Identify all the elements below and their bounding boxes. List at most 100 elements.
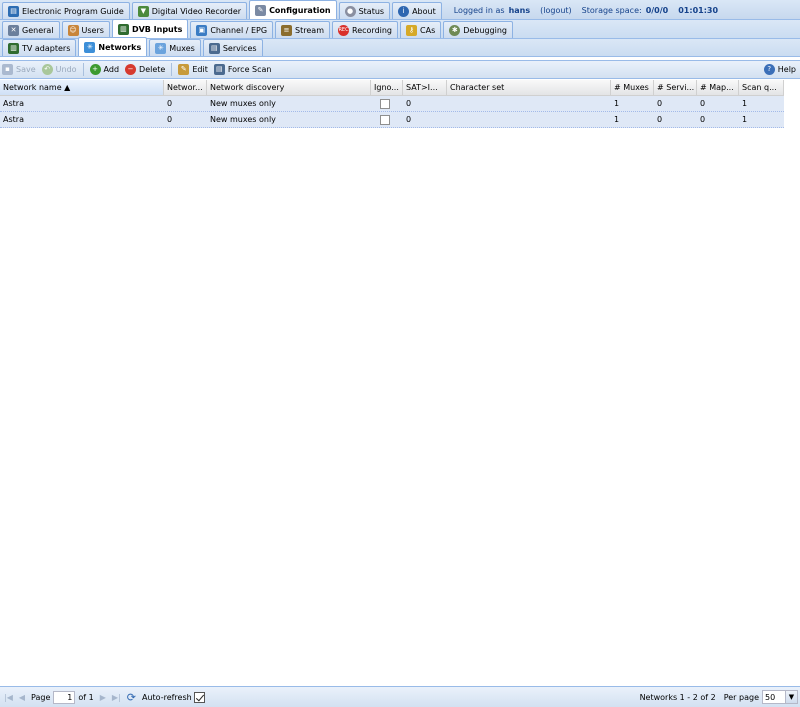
users-icon: ☺	[67, 24, 79, 36]
epg-icon: ▤	[8, 5, 19, 17]
cell-ignore	[371, 112, 403, 127]
cell-satip: 0	[406, 99, 412, 108]
cell-character-set	[447, 96, 611, 111]
tab-cas[interactable]: ⚷ CAs	[400, 21, 442, 38]
delete-icon: −	[125, 64, 137, 75]
edit-label: Edit	[192, 65, 208, 74]
logout-link[interactable]: (logout)	[540, 6, 572, 15]
page-input[interactable]: 1	[53, 690, 76, 704]
save-label: Save	[16, 65, 36, 74]
adapter-icon: ▥	[8, 42, 19, 54]
tv-card-icon: ▥	[117, 23, 129, 35]
login-prefix: Logged in as	[453, 6, 505, 15]
key-icon: ⚷	[406, 24, 418, 36]
col-mapped[interactable]: # Map...	[697, 80, 739, 95]
ignore-checkbox[interactable]	[380, 99, 390, 109]
tab-label: General	[22, 25, 54, 35]
tab-dvb-inputs[interactable]: ▥ DVB Inputs	[111, 19, 189, 38]
login-info: Logged in as hans (logout) Storage space…	[454, 2, 718, 19]
refresh-icon: ⟳	[126, 690, 136, 704]
clock-time: 01:01:30	[678, 6, 719, 15]
auto-refresh-checkbox[interactable]	[193, 691, 205, 703]
toolbar-separator	[82, 63, 84, 76]
first-page-button[interactable]: |◀	[4, 693, 13, 702]
tab-muxes[interactable]: ✳ Muxes	[149, 39, 201, 56]
tab-dvr[interactable]: ▼ Digital Video Recorder	[131, 2, 248, 19]
edit-button[interactable]: ✎ Edit	[178, 64, 208, 75]
refresh-button[interactable]: ⟳	[127, 691, 136, 704]
tab-label: TV adapters	[22, 43, 71, 53]
undo-button[interactable]: ↶ Undo	[41, 64, 77, 75]
grid-toolbar: ▪ Save ↶ Undo + Add − Delete ✎ Edit ▤ Fo…	[0, 60, 800, 79]
col-services[interactable]: # Servi...	[654, 80, 697, 95]
help-button[interactable]: ? Help	[763, 64, 796, 75]
delete-button[interactable]: − Delete	[125, 64, 165, 75]
wrench-icon: ✎	[255, 4, 267, 16]
rec-icon: REC	[338, 24, 349, 36]
table-row[interactable]: Astra 0 New muxes only 0 1 0 0 1	[0, 112, 784, 128]
grid-scrollbar[interactable]	[784, 80, 800, 686]
grid-header: Network name ▲ Networ... Network discove…	[0, 80, 784, 96]
tab-label: Services	[222, 43, 257, 53]
tab-configuration[interactable]: ✎ Configuration	[249, 0, 337, 19]
tab-about[interactable]: i About	[392, 2, 442, 19]
per-page-label: Per page	[723, 692, 759, 702]
tab-label: Stream	[295, 25, 324, 35]
tab-label: Debugging	[463, 25, 508, 35]
col-scan-queue[interactable]: Scan q...	[739, 80, 784, 95]
dvr-icon: ▼	[137, 5, 149, 17]
col-network-name[interactable]: Network name ▲	[0, 80, 164, 95]
force-scan-button[interactable]: ▤ Force Scan	[213, 64, 272, 75]
add-label: Add	[103, 65, 120, 74]
save-icon: ▪	[2, 64, 13, 75]
cell-network-id: 0	[167, 99, 173, 108]
prev-page-icon: ◀	[18, 692, 26, 702]
tab-label: Networks	[98, 42, 142, 52]
tab-networks[interactable]: ✳ Networks	[78, 37, 148, 56]
add-button[interactable]: + Add	[89, 64, 120, 75]
col-muxes[interactable]: # Muxes	[611, 80, 654, 95]
col-ignore[interactable]: Igno...	[371, 80, 403, 95]
tab-channel-epg[interactable]: ▣ Channel / EPG	[190, 21, 274, 38]
last-page-button[interactable]: ▶|	[112, 693, 121, 702]
prev-page-button[interactable]: ◀	[19, 693, 25, 702]
tab-status[interactable]: ● Status	[338, 2, 391, 19]
tab-epg[interactable]: ▤ Electronic Program Guide	[2, 2, 130, 19]
force-scan-label: Force Scan	[227, 65, 272, 74]
mux-icon: ✳	[155, 42, 167, 54]
networks-grid: Network name ▲ Networ... Network discove…	[0, 80, 800, 686]
table-row[interactable]: Astra 0 New muxes only 0 1 0 0 1	[0, 96, 784, 112]
tab-label: Channel / EPG	[210, 25, 268, 35]
tab-general[interactable]: ✕ General	[2, 21, 60, 38]
col-network-discovery[interactable]: Network discovery	[207, 80, 371, 95]
cell-scan-queue: 1	[742, 115, 748, 124]
undo-icon: ↶	[41, 64, 53, 75]
per-page-select[interactable]: 50 ▼	[762, 690, 798, 704]
help-icon: ?	[763, 64, 775, 75]
edit-icon: ✎	[178, 64, 190, 75]
tab-debugging[interactable]: ✱ Debugging	[443, 21, 514, 38]
tab-tv-adapters[interactable]: ▥ TV adapters	[2, 39, 77, 56]
last-page-icon: ▶|	[111, 692, 121, 702]
tab-label: Muxes	[169, 43, 195, 53]
cell-network-name: Astra	[3, 99, 24, 108]
next-page-button[interactable]: ▶	[100, 693, 106, 702]
status-icon: ●	[344, 5, 356, 17]
first-page-icon: |◀	[4, 692, 13, 702]
tab-label: Configuration	[269, 5, 331, 15]
tab-users[interactable]: ☺ Users	[61, 21, 110, 38]
col-satip[interactable]: SAT>I...	[403, 80, 447, 95]
save-button[interactable]: ▪ Save	[2, 64, 36, 75]
tab-label: About	[412, 6, 436, 16]
ignore-checkbox[interactable]	[380, 115, 390, 125]
col-network-id[interactable]: Networ...	[164, 80, 207, 95]
cell-muxes: 1	[614, 99, 620, 108]
storage-value: 0/0/0	[645, 6, 669, 15]
tab-stream[interactable]: ≡ Stream	[275, 21, 330, 38]
tab-label: Electronic Program Guide	[22, 6, 124, 16]
col-character-set[interactable]: Character set	[447, 80, 611, 95]
tools-icon: ✕	[8, 24, 19, 36]
tab-services[interactable]: ▤ Services	[202, 39, 263, 56]
tab-label: Users	[81, 25, 104, 35]
tab-recording[interactable]: REC Recording	[332, 21, 399, 38]
